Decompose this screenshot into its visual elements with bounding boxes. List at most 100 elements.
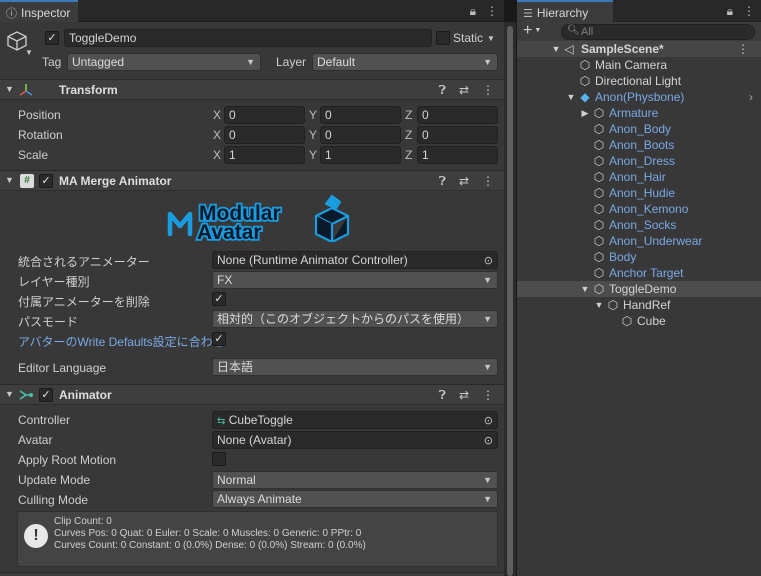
object-name-input[interactable]: ToggleDemo	[64, 29, 432, 47]
delete-attached-checkbox[interactable]: ✓	[212, 292, 226, 306]
object-picker-icon[interactable]: ⊙	[484, 413, 493, 428]
more-icon[interactable]: ⋮	[482, 83, 494, 98]
tab-inspector[interactable]: ⓘ Inspector	[0, 0, 79, 22]
rotation-x-field[interactable]: 0	[224, 126, 305, 144]
list-item-selected[interactable]: ▼ ⬡ ToggleDemo	[517, 281, 761, 297]
list-item[interactable]: ⬡ Anon_Kemono	[517, 201, 761, 217]
list-item[interactable]: ⬡ Anon_Boots	[517, 137, 761, 153]
lock-icon[interactable]: 🔒︎	[727, 4, 733, 18]
list-item[interactable]: ⬡ Anon_Socks	[517, 217, 761, 233]
more-icon[interactable]: ⋮	[743, 4, 755, 18]
preset-icon[interactable]: ⇄	[459, 83, 469, 98]
foldout-icon[interactable]: ▼	[5, 175, 14, 185]
x-label[interactable]: X	[213, 148, 221, 162]
scale-x-field[interactable]: 1	[224, 146, 305, 164]
tag-dropdown[interactable]: Untagged ▼	[67, 53, 261, 71]
active-checkbox[interactable]: ✓	[45, 31, 59, 45]
x-label[interactable]: X	[213, 128, 221, 142]
list-item[interactable]: ⬡ Anon_Hudie	[517, 185, 761, 201]
inspector-scrollbar[interactable]	[504, 22, 516, 576]
foldout-icon[interactable]: ▶	[578, 105, 592, 121]
list-item[interactable]: ▼ ◁ SampleScene* ⋮	[517, 41, 761, 57]
y-label[interactable]: Y	[309, 148, 317, 162]
controller-field[interactable]: ⇆ CubeToggle ⊙	[212, 411, 498, 429]
static-checkbox[interactable]	[436, 31, 450, 45]
object-picker-icon[interactable]: ⊙	[484, 433, 493, 448]
hierarchy-item-label: Main Camera	[595, 58, 668, 72]
static-label[interactable]: Static	[453, 31, 483, 45]
write-defaults-checkbox[interactable]: ✓	[212, 332, 226, 346]
layer-type-dropdown[interactable]: FX ▼	[212, 271, 498, 289]
list-item[interactable]: ▼ ◆ Anon(Physbone) ›	[517, 89, 761, 105]
foldout-icon[interactable]: ▼	[549, 41, 563, 57]
more-icon[interactable]: ⋮	[482, 174, 494, 189]
avatar-field[interactable]: None (Avatar) ⊙	[212, 431, 498, 449]
apply-root-motion-checkbox[interactable]	[212, 452, 226, 466]
culling-mode-dropdown[interactable]: Always Animate ▼	[212, 490, 498, 508]
foldout-icon[interactable]: ▼	[5, 389, 14, 399]
list-item[interactable]: ⬡ Cube	[517, 313, 761, 329]
chevron-right-icon[interactable]: ›	[749, 89, 753, 105]
list-item[interactable]: ⬡ Anon_Hair	[517, 169, 761, 185]
static-dropdown-icon[interactable]: ▼	[487, 34, 495, 43]
animator-header[interactable]: ▼ ✓ Animator ❓︎ ⇄ ⋮	[0, 384, 504, 405]
z-label[interactable]: Z	[405, 128, 412, 142]
list-item[interactable]: ⬡ Directional Light	[517, 73, 761, 89]
position-x-field[interactable]: 0	[224, 106, 305, 124]
y-label[interactable]: Y	[309, 108, 317, 122]
hierarchy-item-label: Directional Light	[595, 74, 682, 88]
y-label[interactable]: Y	[309, 128, 317, 142]
transform-header[interactable]: ▼ Transform ❓︎ ⇄ ⋮	[0, 79, 504, 100]
help-icon[interactable]: ❓︎	[439, 83, 446, 98]
chevron-down-icon[interactable]: ▼	[25, 48, 33, 57]
add-button[interactable]: + ▼	[523, 22, 541, 40]
scale-z-field[interactable]: 1	[417, 146, 498, 164]
rotation-z-field[interactable]: 0	[417, 126, 498, 144]
more-icon[interactable]: ⋮	[482, 388, 494, 403]
z-label[interactable]: Z	[405, 148, 412, 162]
help-icon[interactable]: ❓︎	[439, 174, 446, 189]
more-icon[interactable]: ⋮	[486, 4, 498, 18]
scale-y-field[interactable]: 1	[320, 146, 401, 164]
list-item[interactable]: ▼ ⬡ HandRef	[517, 297, 761, 313]
list-item[interactable]: ⬡ Body	[517, 249, 761, 265]
preset-icon[interactable]: ⇄	[459, 388, 469, 403]
x-label[interactable]: X	[213, 108, 221, 122]
gameobject-icon: ⬡	[607, 298, 619, 312]
update-mode-value: Normal	[217, 473, 256, 487]
update-mode-dropdown[interactable]: Normal ▼	[212, 471, 498, 489]
foldout-icon[interactable]: ▼	[564, 89, 578, 105]
list-item[interactable]: ▶ ⬡ Armature	[517, 105, 761, 121]
list-item[interactable]: ⬡ Anon_Body	[517, 121, 761, 137]
layer-dropdown[interactable]: Default ▼	[312, 53, 498, 71]
preset-icon[interactable]: ⇄	[459, 174, 469, 189]
path-mode-dropdown[interactable]: 相対的（このオブジェクトからのパスを使用） ▼	[212, 310, 498, 328]
list-item[interactable]: ⬡ Anchor Target	[517, 265, 761, 281]
tab-hierarchy[interactable]: ☰ Hierarchy	[517, 0, 613, 22]
merged-animator-field[interactable]: None (Runtime Animator Controller) ⊙	[212, 251, 498, 269]
rotation-y-field[interactable]: 0	[320, 126, 401, 144]
hierarchy-item-label: Armature	[609, 106, 659, 120]
gameobject-icon: ⬡	[579, 58, 591, 72]
list-item[interactable]: ⬡ Anon_Underwear	[517, 233, 761, 249]
editor-language-dropdown[interactable]: 日本語 ▼	[212, 358, 498, 376]
animator-enabled-checkbox[interactable]: ✓	[39, 388, 53, 402]
merge-animator-enabled-checkbox[interactable]: ✓	[39, 174, 53, 188]
object-picker-icon[interactable]: ⊙	[484, 253, 493, 268]
path-mode-value: 相対的（このオブジェクトからのパスを使用）	[217, 312, 470, 326]
list-item[interactable]: ⬡ Anon_Dress	[517, 153, 761, 169]
position-z-field[interactable]: 0	[417, 106, 498, 124]
list-item[interactable]: ⬡ Main Camera	[517, 57, 761, 73]
search-input[interactable]: 🔍︎ All	[561, 24, 755, 40]
scrollbar-thumb[interactable]	[507, 26, 513, 576]
help-icon[interactable]: ❓︎	[439, 388, 446, 403]
more-icon[interactable]: ⋮	[737, 41, 749, 57]
foldout-icon[interactable]: ▼	[578, 281, 592, 297]
lock-icon[interactable]: 🔒︎	[470, 4, 476, 18]
position-y-field[interactable]: 0	[320, 106, 401, 124]
merge-animator-header[interactable]: ▼ # ✓ MA Merge Animator ❓︎ ⇄ ⋮	[0, 170, 504, 191]
foldout-icon[interactable]: ▼	[5, 84, 14, 94]
foldout-icon[interactable]: ▼	[592, 297, 606, 313]
z-label[interactable]: Z	[405, 108, 412, 122]
hierarchy-item-label: Anon_Body	[609, 122, 672, 136]
